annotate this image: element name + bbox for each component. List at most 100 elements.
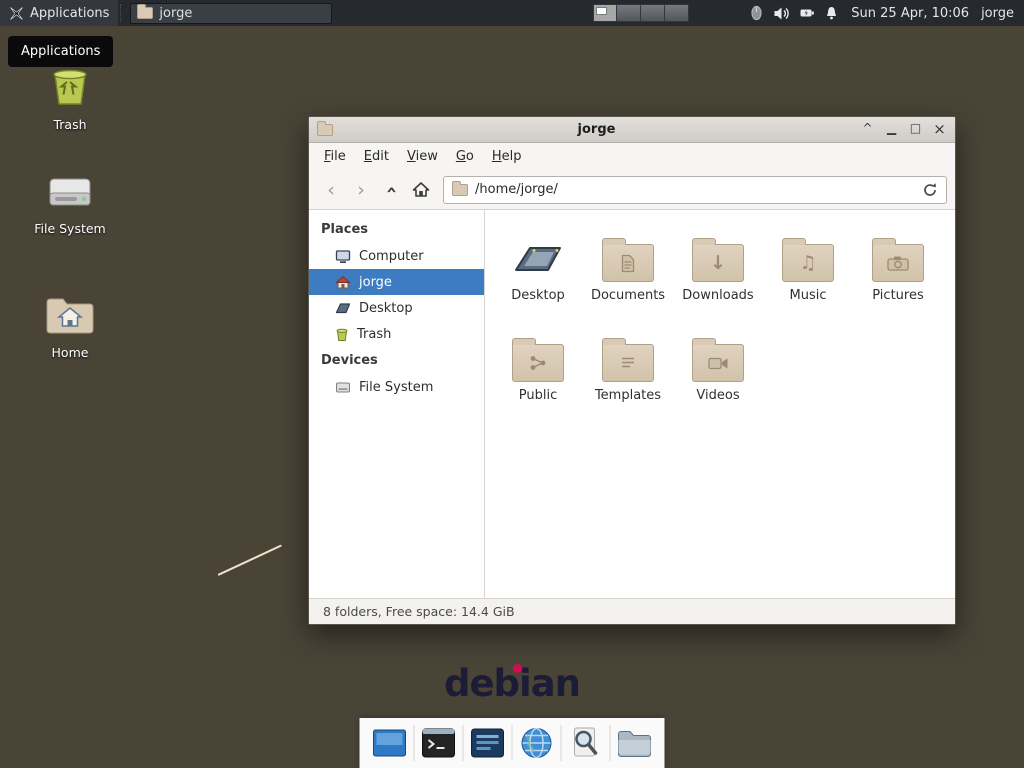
share-emblem-icon [529,354,547,372]
mouse-icon[interactable] [749,5,764,21]
up-button[interactable]: › [377,177,405,203]
file-item-desktop[interactable]: Desktop [493,222,583,322]
folder-icon [512,344,564,382]
show-desktop-launcher[interactable] [368,721,412,765]
path-bar[interactable]: /home/jorge/ [443,176,947,204]
folder-icon [137,7,153,19]
username-label: jorge [981,6,1014,21]
window-folder-icon [317,124,333,136]
power-icon[interactable] [799,6,815,20]
menu-help[interactable]: Help [483,145,531,168]
toolbar: ‹ › › /home/jorge/ [309,170,955,210]
desktop-icon-label: Home [22,345,118,360]
dock-separator [414,725,415,761]
menu-view[interactable]: View [398,145,447,168]
panel-separator [120,4,126,22]
window-content: Places Computer jorge [309,210,955,598]
sidebar-item-desktop[interactable]: Desktop [309,295,484,321]
sidebar-item-label: Desktop [359,301,413,316]
drive-icon [335,381,351,394]
sidebar-item-jorge[interactable]: jorge [309,269,484,295]
file-item-label: Music [790,288,827,303]
sidebar-item-file-system[interactable]: File System [309,374,484,400]
home-button[interactable] [407,177,435,203]
notifications-bell-icon[interactable] [824,5,839,21]
file-item-videos[interactable]: Videos [673,322,763,422]
file-item-music[interactable]: ♫ Music [763,222,853,322]
file-item-label: Pictures [872,288,923,303]
path-text: /home/jorge/ [475,182,558,197]
file-item-downloads[interactable]: ↓ Downloads [673,222,763,322]
file-item-label: Downloads [682,288,753,303]
sidebar-item-trash[interactable]: Trash [309,321,484,347]
desktop-icon-trash[interactable]: Trash [22,62,118,132]
menu-edit[interactable]: Edit [355,145,398,168]
places-header: Places [309,216,484,243]
sidebar-item-label: Trash [357,327,391,342]
sidebar-item-label: File System [359,380,433,395]
folder-icon [452,184,468,196]
trash-icon [47,62,93,108]
file-item-documents[interactable]: Documents [583,222,673,322]
web-browser-launcher[interactable] [515,721,559,765]
download-arrow-icon: ↓ [710,254,726,273]
minimize-button[interactable]: ▁ [884,122,899,137]
close-button[interactable]: × [932,122,947,137]
show-desktop-icon [372,726,408,760]
workspace-pager [593,4,689,22]
folder-icon [692,344,744,382]
window-title: jorge [339,122,854,137]
camera-emblem-icon [887,255,909,271]
maximize-button[interactable]: □ [908,122,923,137]
workspace-2[interactable] [617,4,641,22]
devices-header: Devices [309,347,484,374]
menu-go[interactable]: Go [447,145,483,168]
file-item-label: Desktop [511,288,565,303]
desktop-icon-label: Trash [22,117,118,132]
folder-icon: ↓ [692,244,744,282]
file-item-label: Videos [696,388,739,403]
taskbar-window-button[interactable]: jorge [130,3,332,24]
back-button[interactable]: ‹ [317,177,345,203]
reload-icon[interactable] [922,182,938,198]
desktop-icon [335,301,351,315]
tooltip-text: Applications [21,44,100,59]
folder-icon [617,728,653,758]
desktop-icon-file-system[interactable]: File System [22,172,118,236]
folder-icon: ♫ [782,244,834,282]
volume-icon[interactable] [773,6,790,21]
xfce-logo-icon [9,6,24,21]
text-editor-icon [470,726,506,760]
applications-tooltip: Applications [8,36,113,67]
home-icon [412,181,430,198]
stray-line [218,545,282,576]
desktop-icon-home[interactable]: Home [22,294,118,360]
workspace-1[interactable] [593,4,617,22]
sidebar-item-label: Computer [359,249,424,264]
sidebar-item-computer[interactable]: Computer [309,243,484,269]
applications-menu-label: Applications [30,6,109,21]
places-sidebar: Places Computer jorge [309,210,485,598]
menu-file[interactable]: File [315,145,355,168]
titlebar[interactable]: jorge ^ ▁ □ × [309,117,955,143]
magnifier-icon [568,726,604,760]
shade-button[interactable]: ^ [860,122,875,137]
taskbar-window-label: jorge [159,6,192,21]
drive-icon [47,172,93,212]
terminal-icon [421,726,457,760]
workspace-3[interactable] [641,4,665,22]
applications-menu-button[interactable]: Applications [0,0,118,26]
text-editor-launcher[interactable] [466,721,510,765]
file-item-public[interactable]: Public [493,322,583,422]
desktop-folder-icon [512,236,564,282]
file-item-pictures[interactable]: Pictures [853,222,943,322]
terminal-launcher[interactable] [417,721,461,765]
file-manager-launcher[interactable] [613,721,657,765]
clock[interactable]: Sun 25 Apr, 10:06 [851,6,969,21]
forward-button[interactable]: › [347,177,375,203]
file-item-templates[interactable]: Templates [583,322,673,422]
workspace-4[interactable] [665,4,689,22]
menubar: File Edit View Go Help [309,143,955,170]
app-finder-launcher[interactable] [564,721,608,765]
system-tray [749,5,839,21]
